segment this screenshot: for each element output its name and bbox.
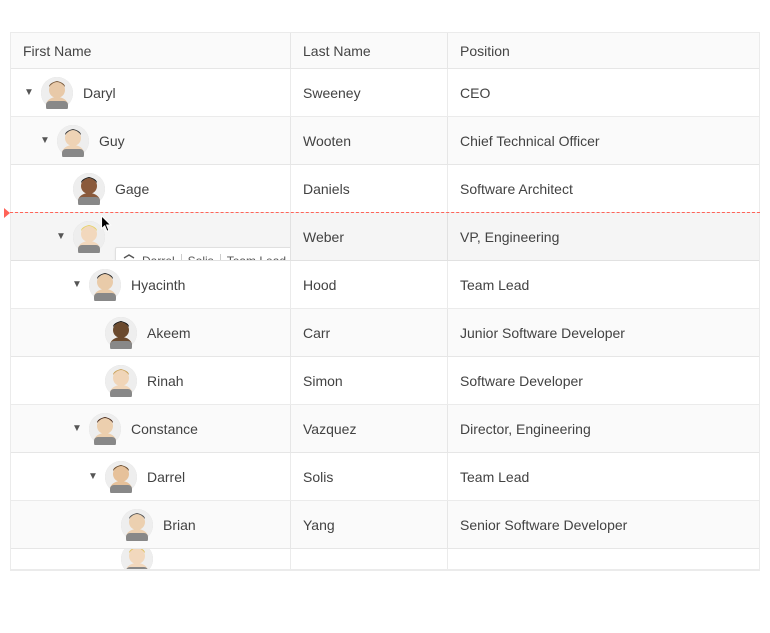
collapse-icon[interactable]: ▼ [17,81,41,105]
header-row: First Name Last Name Position [11,33,759,69]
last-name-text: Weber [291,229,447,245]
table-row[interactable]: BrianYangSenior Software Developer [11,501,759,549]
drop-indicator-line [10,212,760,213]
first-name-text: Darrel [147,469,290,485]
drag-hint-first: Darrel [142,254,175,262]
table-row[interactable]: RinahSimonSoftware Developer [11,357,759,405]
toggle-spacer [49,177,73,201]
collapse-icon[interactable]: ▼ [49,225,73,249]
avatar [73,173,105,205]
avatar [73,221,105,253]
table-row[interactable]: ▼ ConstanceVazquezDirector, Engineering [11,405,759,453]
position-text: Junior Software Developer [448,325,759,341]
last-name-text: Hood [291,277,447,293]
avatar [105,317,137,349]
toggle-spacer [81,369,105,393]
collapse-icon[interactable]: ▼ [65,273,89,297]
position-text: CEO [448,85,759,101]
first-name-text: Daryl [83,85,290,101]
avatar [121,549,153,569]
treelist: First Name Last Name Position ▼ DarylSwee… [10,32,760,571]
position-text: Director, Engineering [448,421,759,437]
table-row[interactable] [11,549,759,570]
avatar [105,461,137,493]
first-name-text: Constance [131,421,290,437]
col-last-name[interactable]: Last Name [291,43,447,59]
last-name-text: Simon [291,373,447,389]
toggle-spacer [97,513,121,537]
collapse-icon[interactable]: ▼ [65,417,89,441]
position-text: Software Architect [448,181,759,197]
position-text: Software Developer [448,373,759,389]
drag-hint: Darrel Solis Team Lead [115,247,291,262]
avatar [105,365,137,397]
first-name-text: Akeem [147,325,290,341]
drag-hint-pos: Team Lead [227,254,286,262]
collapse-icon[interactable]: ▼ [33,129,57,153]
insert-above-icon [122,254,136,262]
avatar [57,125,89,157]
last-name-text: Solis [291,469,447,485]
toggle-spacer [81,321,105,345]
first-name-text: Guy [99,133,290,149]
position-text: VP, Engineering [448,229,759,245]
position-text: Team Lead [448,277,759,293]
avatar [121,509,153,541]
last-name-text: Wooten [291,133,447,149]
table-row[interactable]: GageDanielsSoftware Architect [11,165,759,213]
first-name-text: Hyacinth [131,277,290,293]
table-row[interactable]: ▼ Darrel Solis Team Lead WeberVP, Engineerin… [11,213,759,261]
col-first-name[interactable]: First Name [11,43,290,59]
drag-hint-last: Solis [188,254,214,262]
toggle-spacer [97,549,121,569]
table-row[interactable]: ▼ DarylSweeneyCEO [11,69,759,117]
position-text: Team Lead [448,469,759,485]
table-row[interactable]: ▼ HyacinthHoodTeam Lead [11,261,759,309]
treelist-wrap: First Name Last Name Position ▼ DarylSwee… [0,0,770,633]
first-name-text: Gage [115,181,290,197]
last-name-text: Sweeney [291,85,447,101]
avatar [89,269,121,301]
last-name-text: Daniels [291,181,447,197]
first-name-text: Rinah [147,373,290,389]
table-row[interactable]: AkeemCarrJunior Software Developer [11,309,759,357]
last-name-text: Yang [291,517,447,533]
position-text: Senior Software Developer [448,517,759,533]
avatar [41,77,73,109]
last-name-text: Vazquez [291,421,447,437]
table-row[interactable]: ▼ GuyWootenChief Technical Officer [11,117,759,165]
table-row[interactable]: ▼ DarrelSolisTeam Lead [11,453,759,501]
collapse-icon[interactable]: ▼ [81,465,105,489]
col-position[interactable]: Position [448,43,759,59]
first-name-text: Brian [163,517,290,533]
last-name-text: Carr [291,325,447,341]
position-text: Chief Technical Officer [448,133,759,149]
avatar [89,413,121,445]
